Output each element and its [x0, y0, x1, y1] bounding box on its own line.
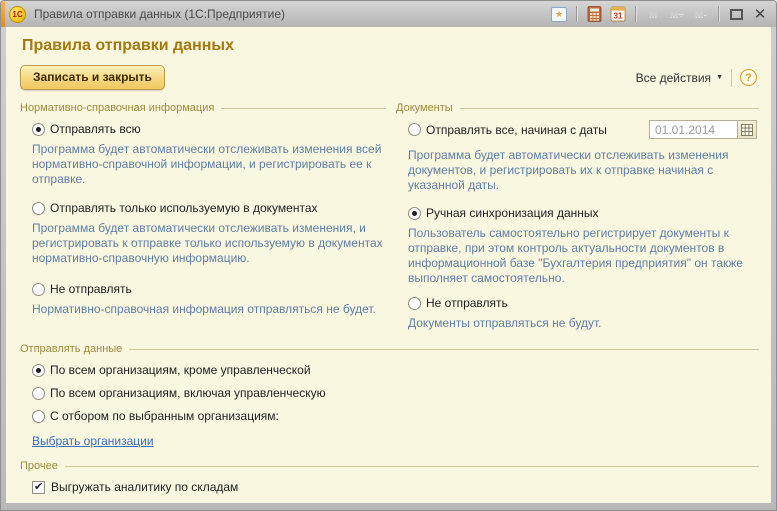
save-and-close-button[interactable]: Записать и закрыть — [20, 65, 165, 90]
documents-option-description: Программа будет автоматически отслеживат… — [408, 148, 759, 193]
radio-label: Ручная синхронизация данных — [426, 206, 599, 220]
titlebar-separator — [576, 6, 577, 22]
help-button[interactable]: ? — [740, 69, 757, 86]
date-picker-button[interactable] — [737, 120, 757, 139]
close-button[interactable]: ✕ — [750, 5, 770, 24]
documents-section-title: Документы — [396, 102, 453, 114]
svg-text:31: 31 — [614, 12, 623, 21]
radio-icon — [408, 297, 421, 310]
radio-icon — [32, 202, 45, 215]
radio-selected-orgs[interactable]: С отбором по выбранным организациям: — [32, 409, 759, 423]
radio-no-send-docs[interactable]: Не отправлять — [408, 296, 759, 310]
radio-label: По всем организациям, включая управленче… — [50, 386, 326, 400]
radio-icon — [408, 207, 421, 220]
window-title: Правила отправки данных (1С:Предприятие) — [34, 7, 285, 21]
window-accent-strip — [1, 1, 5, 27]
calendar-button[interactable]: 31 — [608, 5, 628, 24]
calculator-button[interactable] — [584, 5, 604, 24]
radio-label: Отправлять все, начиная с даты — [426, 123, 607, 137]
chevron-down-icon: ▼ — [716, 74, 723, 81]
close-icon: ✕ — [754, 7, 767, 22]
app-window: 1С Правила отправки данных (1С:Предприят… — [0, 0, 777, 511]
start-date-field[interactable] — [649, 120, 737, 139]
titlebar-separator — [718, 6, 719, 22]
maximize-button[interactable] — [726, 5, 746, 24]
checkbox-label: Выгружать аналитику по складам — [51, 480, 238, 494]
radio-icon — [408, 123, 421, 136]
radio-no-send-nsi[interactable]: Не отправлять — [32, 282, 386, 296]
toolbar-separator — [731, 69, 732, 87]
nsi-option-description: Программа будет автоматически отслеживат… — [32, 221, 386, 266]
other-section-header: Прочее — [20, 460, 759, 472]
radio-icon — [32, 410, 45, 423]
radio-icon — [32, 364, 45, 377]
radio-send-used-nsi[interactable]: Отправлять только используемую в докумен… — [32, 201, 386, 215]
all-actions-button[interactable]: Все действия ▼ — [636, 71, 723, 85]
title-bar: 1С Правила отправки данных (1С:Предприят… — [1, 1, 776, 27]
memory-m-minus-button[interactable]: M- — [691, 9, 711, 20]
radio-send-docs-from-date[interactable]: Отправлять все, начиная с даты — [408, 120, 759, 139]
toolbar: Записать и закрыть Все действия ▼ ? — [20, 65, 757, 90]
radio-manual-sync[interactable]: Ручная синхронизация данных — [408, 206, 759, 220]
nsi-option-description: Нормативно-справочная информация отправл… — [32, 302, 386, 317]
date-picker-icon — [741, 124, 753, 136]
all-actions-label: Все действия — [636, 71, 711, 85]
radio-icon — [32, 123, 45, 136]
documents-section: Документы Отправлять все, начиная с даты — [394, 100, 759, 341]
radio-icon — [32, 283, 45, 296]
send-data-section-header: Отправлять данные — [20, 343, 759, 355]
section-divider-line — [65, 466, 759, 467]
page-title: Правила отправки данных — [22, 37, 759, 55]
nsi-option-description: Программа будет автоматически отслеживат… — [32, 142, 386, 187]
send-data-section-title: Отправлять данные — [20, 343, 122, 355]
memory-m-button[interactable]: M — [643, 9, 663, 20]
favorites-button[interactable]: ★ — [549, 5, 569, 24]
other-section: Прочее Выгружать аналитику по складам i … — [18, 460, 759, 503]
titlebar-separator — [635, 6, 636, 22]
radio-label: Не отправлять — [426, 296, 508, 310]
nsi-section: Нормативно-справочная информация Отправл… — [18, 100, 386, 341]
1c-logo-icon: 1С — [9, 6, 26, 23]
form-content: Правила отправки данных Записать и закры… — [6, 27, 771, 503]
documents-section-header: Документы — [396, 102, 759, 114]
radio-all-orgs-including-management[interactable]: По всем организациям, включая управленче… — [32, 386, 759, 400]
section-divider-line — [460, 108, 759, 109]
section-divider-line — [221, 108, 386, 109]
export-warehouse-analytics-checkbox[interactable]: Выгружать аналитику по складам — [32, 480, 759, 494]
radio-all-orgs-except-management[interactable]: По всем организациям, кроме управленческ… — [32, 363, 759, 377]
radio-label: Отправлять только используемую в докумен… — [50, 201, 318, 215]
documents-option-description: Пользователь самостоятельно регистрирует… — [408, 226, 759, 286]
radio-icon — [32, 387, 45, 400]
calendar-31-icon: 31 — [610, 6, 626, 22]
select-organizations-link[interactable]: Выбрать организации — [32, 434, 154, 448]
radio-send-all-nsi[interactable]: Отправлять всю — [32, 122, 386, 136]
calculator-icon — [587, 6, 602, 22]
checkbox-icon — [32, 481, 45, 494]
maximize-icon — [730, 9, 743, 20]
documents-option-description: Документы отправляться не будут. — [408, 316, 759, 331]
radio-label: Не отправлять — [50, 282, 132, 296]
nsi-section-title: Нормативно-справочная информация — [20, 102, 214, 114]
send-data-section: Отправлять данные По всем организациям, … — [18, 343, 759, 450]
section-divider-line — [129, 349, 759, 350]
nsi-section-header: Нормативно-справочная информация — [20, 102, 386, 114]
other-section-title: Прочее — [20, 460, 58, 472]
radio-label: Отправлять всю — [50, 122, 141, 136]
radio-label: С отбором по выбранным организациям: — [50, 409, 279, 423]
radio-label: По всем организациям, кроме управленческ… — [50, 363, 311, 377]
star-icon: ★ — [551, 7, 567, 22]
memory-m-plus-button[interactable]: M+ — [667, 9, 687, 20]
